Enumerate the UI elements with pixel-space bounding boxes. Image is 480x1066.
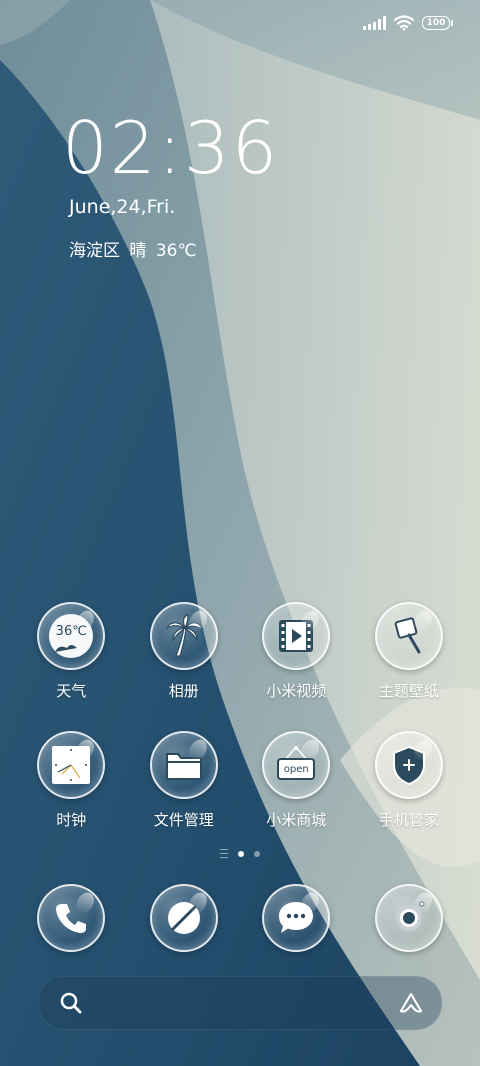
lock-clock[interactable]: 02:36 xyxy=(62,104,280,192)
app-label: 小米商城 xyxy=(266,811,327,829)
signal-bars-icon xyxy=(363,16,386,30)
film-play-icon xyxy=(262,602,331,670)
phone-icon xyxy=(37,884,106,952)
wifi-icon xyxy=(394,15,414,31)
app-row-1: 36℃ 天气 相册 小米视频 主题壁纸 xyxy=(15,602,465,701)
app-mi-video[interactable]: 小米视频 xyxy=(240,602,353,701)
lock-date: June,24,Fri. xyxy=(69,196,176,218)
weather-summary[interactable]: 海淀区 晴 36℃ xyxy=(69,236,197,261)
app-label: 主题壁纸 xyxy=(378,682,439,700)
page-dot-active xyxy=(238,850,244,857)
menu-lines-icon xyxy=(220,849,228,858)
search-icon[interactable] xyxy=(59,991,83,1015)
dock xyxy=(15,884,465,952)
app-label: 时钟 xyxy=(56,811,87,829)
message-icon xyxy=(262,884,331,952)
app-label: 文件管理 xyxy=(153,811,214,829)
dock-phone[interactable] xyxy=(15,884,128,952)
page-dot xyxy=(254,850,260,857)
dock-camera[interactable] xyxy=(353,884,466,952)
paint-brush-icon xyxy=(374,602,443,670)
app-label: 手机管家 xyxy=(378,811,439,829)
app-themes[interactable]: 主题壁纸 xyxy=(353,602,466,701)
app-label: 天气 xyxy=(56,682,87,700)
weather-temp-badge: 36℃ xyxy=(55,624,87,639)
assistant-icon[interactable] xyxy=(397,991,425,1015)
app-row-2: 时钟 文件管理 open 小米商城 手机管家 xyxy=(15,731,465,830)
app-gallery[interactable]: 相册 xyxy=(128,602,241,701)
weather-icon: 36℃ xyxy=(37,602,106,670)
app-security[interactable]: 手机管家 xyxy=(353,731,466,830)
clock-icon xyxy=(37,731,106,799)
app-label: 相册 xyxy=(168,682,199,700)
folder-icon xyxy=(149,731,218,799)
shield-icon xyxy=(374,731,443,799)
browser-icon xyxy=(149,884,218,952)
battery-indicator: 100 xyxy=(422,16,453,30)
palm-tree-icon xyxy=(149,602,218,670)
app-mi-store[interactable]: open 小米商城 xyxy=(240,731,353,830)
store-sign-icon: open xyxy=(262,731,331,799)
app-file-manager[interactable]: 文件管理 xyxy=(128,731,241,830)
app-clock[interactable]: 时钟 xyxy=(15,731,128,830)
app-label: 小米视频 xyxy=(266,682,327,700)
search-bar[interactable] xyxy=(38,976,442,1030)
dock-messages[interactable] xyxy=(240,884,353,952)
page-indicator[interactable] xyxy=(0,849,480,858)
store-sign-text: open xyxy=(283,764,309,775)
app-weather[interactable]: 36℃ 天气 xyxy=(15,602,128,701)
dock-browser[interactable] xyxy=(128,884,241,952)
camera-icon xyxy=(374,884,443,952)
status-bar: 100 xyxy=(363,12,453,34)
